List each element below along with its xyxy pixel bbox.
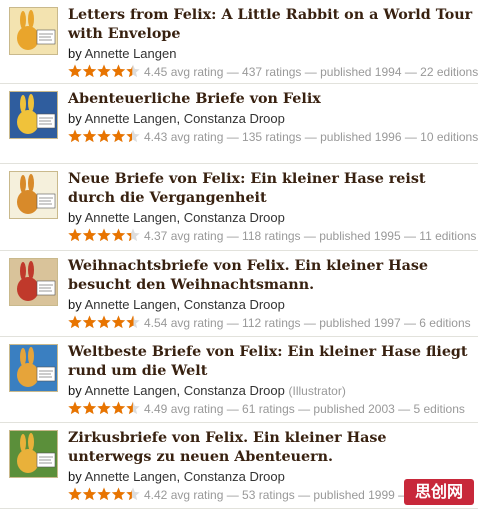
rating-stars (68, 401, 140, 415)
book-title-link[interactable]: Weltbeste Briefe von Felix: Ein kleiner … (68, 343, 474, 381)
book-cover[interactable] (9, 91, 58, 139)
book-item: Weihnachtsbriefe von Felix. Ein kleiner … (0, 251, 478, 337)
book-title-link[interactable]: Abenteuerliche Briefe von Felix (68, 90, 474, 109)
book-authors: by Annette Langen, Constanza Droop (68, 297, 285, 312)
author-link[interactable]: Constanza Droop (184, 383, 285, 398)
star-filled-icon (97, 228, 111, 242)
rating-details: 4.54 avg rating — 112 ratings — publishe… (144, 316, 471, 330)
star-filled-icon (97, 487, 111, 501)
star-filled-icon (111, 401, 126, 415)
book-cover[interactable] (9, 258, 58, 306)
star-filled-icon (111, 487, 126, 501)
book-meta: 4.54 avg rating — 112 ratings — publishe… (68, 314, 474, 333)
star-filled-icon (97, 129, 111, 143)
author-link[interactable]: Annette Langen (85, 297, 177, 312)
rabbit-cover-icon (10, 345, 57, 391)
star-filled-icon (82, 129, 97, 143)
star-filled-icon (68, 228, 82, 242)
rating-details: 4.43 avg rating — 135 ratings — publishe… (144, 130, 478, 144)
rabbit-cover-icon (10, 92, 57, 138)
book-cover[interactable] (9, 344, 58, 392)
book-authors: by Annette Langen, Constanza Droop (Illu… (68, 383, 346, 398)
by-label: by (68, 111, 82, 126)
book-meta: 4.43 avg rating — 135 ratings — publishe… (68, 128, 478, 147)
by-label: by (68, 297, 82, 312)
book-title-link[interactable]: Neue Briefe von Felix: Ein kleiner Hase … (68, 170, 474, 208)
author-role: (Illustrator) (288, 384, 346, 398)
book-meta: 4.49 avg rating — 61 ratings — published… (68, 400, 474, 419)
star-filled-icon (82, 64, 97, 78)
star-filled-icon (111, 129, 126, 143)
author-link[interactable]: Constanza Droop (184, 111, 285, 126)
rating-stars (68, 129, 140, 143)
book-info: Abenteuerliche Briefe von Felix by Annett… (68, 90, 478, 147)
book-item: Letters from Felix: A Little Rabbit on a… (0, 0, 478, 84)
star-filled-icon (68, 64, 82, 78)
book-info: Letters from Felix: A Little Rabbit on a… (68, 6, 478, 82)
book-meta: 4.37 avg rating — 118 ratings — publishe… (68, 227, 477, 246)
author-link[interactable]: Constanza Droop (184, 297, 285, 312)
by-label: by (68, 210, 82, 225)
author-link[interactable]: Constanza Droop (184, 469, 285, 484)
watermark: 思创网 (404, 479, 474, 505)
star-filled-icon (111, 315, 126, 329)
star-filled-icon (68, 315, 82, 329)
rabbit-cover-icon (10, 259, 57, 305)
book-cover[interactable] (9, 171, 58, 219)
rabbit-cover-icon (10, 8, 57, 54)
star-filled-icon (97, 64, 111, 78)
book-meta: 4.45 avg rating — 437 ratings — publishe… (68, 63, 478, 82)
book-cover[interactable] (9, 430, 58, 478)
rating-stars (68, 64, 140, 78)
book-authors: by Annette Langen, Constanza Droop (68, 111, 285, 126)
book-authors: by Annette Langen (68, 45, 474, 63)
rating-stars (68, 487, 140, 501)
rating-details: 4.37 avg rating — 118 ratings — publishe… (144, 229, 477, 243)
star-filled-icon (111, 228, 126, 242)
book-cover[interactable] (9, 7, 58, 55)
book-title-link[interactable]: Zirkusbriefe von Felix. Ein kleiner Hase… (68, 429, 474, 467)
rabbit-cover-icon (10, 172, 57, 218)
book-item: Weltbeste Briefe von Felix: Ein kleiner … (0, 337, 478, 423)
star-filled-icon (97, 315, 111, 329)
book-list: Letters from Felix: A Little Rabbit on a… (0, 0, 478, 509)
by-label: by (68, 383, 82, 398)
rating-stars (68, 315, 140, 329)
author-link[interactable]: Annette Langen (85, 210, 177, 225)
book-authors: by Annette Langen, Constanza Droop (68, 210, 285, 225)
star-filled-icon (82, 228, 97, 242)
book-title-link[interactable]: Weihnachtsbriefe von Felix. Ein kleiner … (68, 257, 474, 295)
star-filled-icon (82, 315, 97, 329)
author-link[interactable]: Annette Langen (85, 111, 177, 126)
book-info: Weltbeste Briefe von Felix: Ein kleiner … (68, 343, 474, 419)
rating-details: 4.49 avg rating — 61 ratings — published… (144, 402, 465, 416)
book-item: Neue Briefe von Felix: Ein kleiner Hase … (0, 164, 478, 251)
star-filled-icon (68, 487, 82, 501)
by-label: by (68, 46, 82, 61)
author-link[interactable]: Annette Langen (85, 383, 177, 398)
book-info: Neue Briefe von Felix: Ein kleiner Hase … (68, 170, 477, 246)
author-link[interactable]: Annette Langen (85, 46, 177, 61)
star-filled-icon (68, 129, 82, 143)
rating-details: 4.42 avg rating — 53 ratings — published… (144, 488, 411, 502)
author-link[interactable]: Constanza Droop (184, 210, 285, 225)
book-item: Abenteuerliche Briefe von Felix by Annett… (0, 84, 478, 164)
star-filled-icon (97, 401, 111, 415)
star-filled-icon (82, 487, 97, 501)
book-info: Weihnachtsbriefe von Felix. Ein kleiner … (68, 257, 474, 333)
rating-details: 4.45 avg rating — 437 ratings — publishe… (144, 65, 478, 79)
star-filled-icon (68, 401, 82, 415)
by-label: by (68, 469, 82, 484)
star-filled-icon (111, 64, 126, 78)
rabbit-cover-icon (10, 431, 57, 477)
rating-stars (68, 228, 140, 242)
star-filled-icon (82, 401, 97, 415)
book-title-link[interactable]: Letters from Felix: A Little Rabbit on a… (68, 6, 474, 44)
author-link[interactable]: Annette Langen (85, 469, 177, 484)
